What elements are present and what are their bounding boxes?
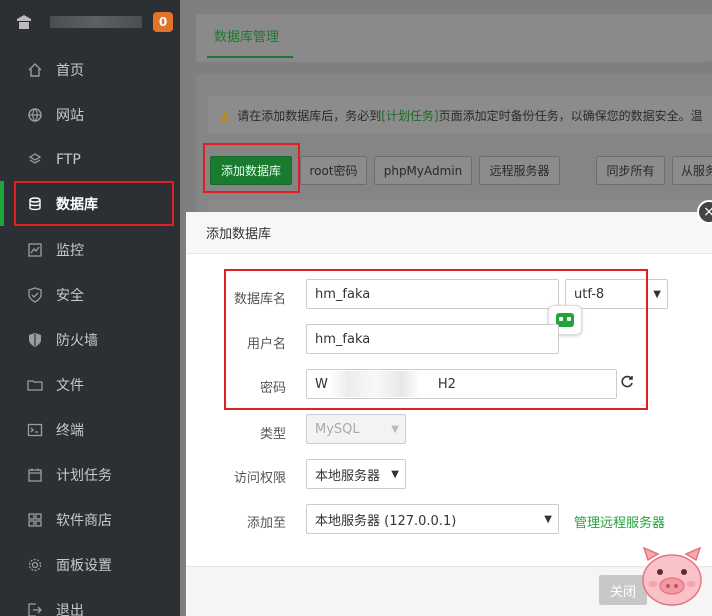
sidebar-item-label: 软件商店 (56, 512, 112, 529)
logout-icon (26, 601, 44, 616)
notice-text-suffix: 页面添加定时备份任务，以确保您的数据安全。温 (438, 108, 703, 123)
db-name-label: 数据库名 (233, 292, 286, 307)
sidebar-item-home[interactable]: 首页 (0, 47, 180, 92)
backup-notice: ▲ 请在添加数据库后，务必到 [计划任务] 页面添加定时备份任务，以确保您的数据… (208, 96, 712, 134)
sidebar-item-label: 面板设置 (56, 557, 112, 574)
sidebar-item-label: 数据库 (56, 196, 98, 213)
refresh-password-icon[interactable] (620, 375, 634, 393)
warning-icon: ▲ (220, 108, 230, 122)
sidebar-item-label: 安全 (56, 287, 84, 304)
password-label: 密码 (259, 381, 286, 396)
sidebar-item-security[interactable]: 安全 (0, 272, 180, 317)
username-label: 用户名 (246, 337, 286, 352)
gear-icon (26, 556, 44, 574)
password-visible-start: W (315, 376, 328, 392)
terminal-icon (26, 421, 44, 439)
sidebar-item-label: 防火墙 (56, 332, 98, 349)
root-password-button[interactable]: root密码 (300, 156, 367, 185)
access-value: 本地服务器 (315, 468, 381, 484)
chevron-down-icon: ▼ (391, 424, 399, 435)
type-label: 类型 (259, 427, 286, 442)
sidebar-item-database[interactable]: 数据库 (0, 181, 180, 226)
home-icon (26, 61, 44, 79)
chevron-down-icon: ▼ (653, 289, 661, 300)
sidebar-item-website[interactable]: 网站 (0, 92, 180, 137)
sidebar-item-label: 退出 (56, 602, 84, 616)
sidebar: 0 首页 网站 FTP 数据库 监控 安全 防火墙 文件 终端 计划任务 软件商… (0, 0, 180, 616)
add-database-dialog: 添加数据库 (186, 212, 712, 616)
phpmyadmin-button[interactable]: phpMyAdmin (374, 156, 472, 185)
sidebar-item-terminal[interactable]: 终端 (0, 407, 180, 452)
from-server-button[interactable]: 从服务 (672, 156, 712, 185)
notification-badge[interactable]: 0 (153, 12, 173, 32)
chevron-down-icon: ▼ (544, 514, 552, 525)
sidebar-item-label: 监控 (56, 242, 84, 259)
sidebar-item-settings[interactable]: 面板设置 (0, 542, 180, 587)
remote-server-button[interactable]: 远程服务器 (479, 156, 560, 185)
shield-icon (26, 286, 44, 304)
tab-active-underline (207, 56, 293, 58)
charset-value: utf-8 (574, 286, 605, 302)
firewall-icon (26, 331, 44, 349)
type-select: MySQL ▼ (306, 414, 406, 444)
access-select[interactable]: 本地服务器 ▼ (306, 459, 406, 489)
db-name-input[interactable]: hm_faka (306, 279, 559, 309)
sidebar-item-firewall[interactable]: 防火墙 (0, 317, 180, 362)
sidebar-item-files[interactable]: 文件 (0, 362, 180, 407)
type-value: MySQL (315, 421, 360, 437)
monitor-icon (26, 241, 44, 259)
sidebar-item-ftp[interactable]: FTP (0, 137, 180, 182)
manage-remote-servers-link[interactable]: 管理远程服务器 (574, 512, 665, 531)
globe-icon (26, 106, 44, 124)
folder-icon (26, 376, 44, 394)
charset-select[interactable]: utf-8 ▼ (565, 279, 668, 309)
ftp-icon (26, 151, 44, 169)
sidebar-item-label: 网站 (56, 107, 84, 124)
access-label: 访问权限 (233, 471, 286, 486)
calendar-icon (26, 466, 44, 484)
sidebar-item-label: 首页 (56, 62, 84, 79)
sidebar-item-monitor[interactable]: 监控 (0, 227, 180, 272)
notice-cron-link[interactable]: [计划任务] (381, 107, 438, 124)
sidebar-item-logout[interactable]: 退出 (0, 587, 180, 616)
chevron-down-icon: ▼ (391, 469, 399, 480)
sidebar-item-cron[interactable]: 计划任务 (0, 452, 180, 497)
tab-database-management[interactable]: 数据库管理 (214, 26, 279, 45)
add-to-select[interactable]: 本地服务器 (127.0.0.1) ▼ (306, 504, 559, 534)
password-visible-end: H2 (437, 376, 456, 392)
pig-sticker-icon (640, 546, 704, 608)
add-to-value: 本地服务器 (127.0.0.1) (315, 513, 457, 529)
password-redaction (330, 371, 420, 397)
sidebar-item-label: FTP (56, 151, 81, 168)
sidebar-item-label: 计划任务 (56, 467, 112, 484)
dialog-title: 添加数据库 (186, 212, 712, 254)
account-name-blurred (50, 16, 142, 28)
add-to-label: 添加至 (246, 516, 286, 531)
sync-all-button[interactable]: 同步所有 (596, 156, 665, 185)
sidebar-item-label: 文件 (56, 377, 84, 394)
notice-text-prefix: 请在添加数据库后，务必到 (237, 108, 382, 123)
apps-icon (26, 511, 44, 529)
add-database-button[interactable]: 添加数据库 (210, 156, 292, 185)
sidebar-item-label: 终端 (56, 422, 84, 439)
sidebar-item-store[interactable]: 软件商店 (0, 497, 180, 542)
database-icon (26, 195, 44, 213)
username-input[interactable]: hm_faka (306, 324, 559, 354)
panel-logo-icon (14, 12, 34, 32)
